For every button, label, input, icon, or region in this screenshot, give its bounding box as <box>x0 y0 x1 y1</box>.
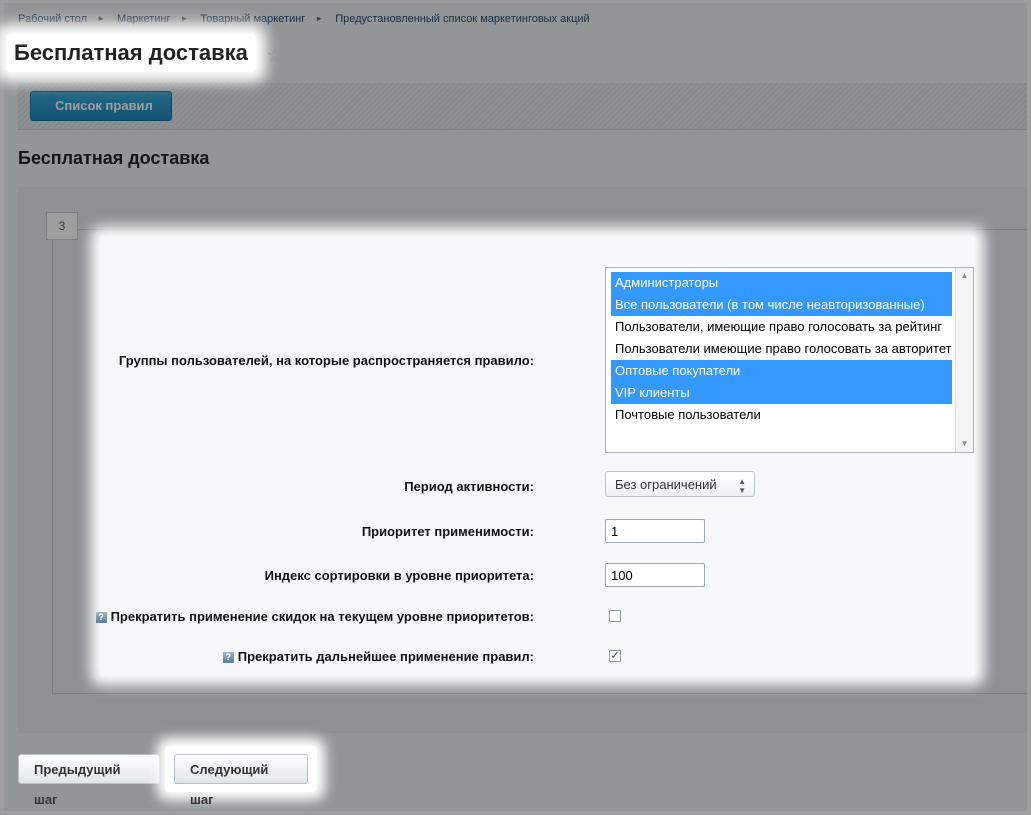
breadcrumb-product-marketing[interactable]: Товарный маркетинг <box>200 13 305 25</box>
user-group-option[interactable]: Все пользователи (в том числе неавторизо… <box>611 294 952 316</box>
stop-discounts-text: Прекратить применение скидок на текущем … <box>110 609 534 624</box>
toolbar: Список правил <box>18 83 1027 130</box>
breadcrumb-separator-icon: ► <box>315 14 324 23</box>
sort-index-label: Индекс сортировки в уровне приоритета: <box>264 568 534 583</box>
breadcrumb-desktop[interactable]: Рабочий стол <box>18 13 87 25</box>
scroll-up-icon[interactable]: ▲ <box>956 269 973 283</box>
user-group-option[interactable]: Пользователи имеющие право голосовать за… <box>611 338 952 360</box>
help-icon[interactable]: ? <box>222 652 234 663</box>
rules-list-button[interactable]: Список правил <box>30 91 172 121</box>
rule-settings-panel: Группы пользователей, на которые распрос… <box>95 236 975 676</box>
step-tab[interactable]: 3 <box>46 212 78 240</box>
stop-rules-label: ? Прекратить дальнейшее применение правил… <box>222 649 534 664</box>
user-group-option[interactable]: Пользователи, имеющие право голосовать з… <box>611 316 952 338</box>
user-group-option[interactable]: VIP клиенты <box>611 382 952 404</box>
scroll-down-icon[interactable]: ▼ <box>956 437 973 451</box>
breadcrumb-preset-list[interactable]: Предустановленный список маркетинговых а… <box>335 13 589 25</box>
breadcrumb-separator-icon: ► <box>180 14 189 23</box>
help-icon[interactable]: ? <box>95 612 107 623</box>
stop-rules-checkbox[interactable]: ✓ <box>609 650 621 662</box>
section-title: Бесплатная доставка <box>18 148 210 168</box>
star-icon[interactable]: ☆ <box>266 43 284 68</box>
sort-index-input[interactable]: 100 <box>605 563 705 587</box>
activity-period-value: Без ограничений <box>615 477 717 492</box>
previous-step-button[interactable]: Предыдущий шаг <box>18 754 160 807</box>
groups-label: Группы пользователей, на которые распрос… <box>118 353 534 368</box>
user-group-option[interactable]: Оптовые покупатели <box>611 360 952 382</box>
page-title: Бесплатная доставка <box>14 40 248 65</box>
period-label: Период активности: <box>404 479 534 494</box>
stop-discounts-label: ? Прекратить применение скидок на текущем… <box>95 609 534 624</box>
breadcrumb-marketing[interactable]: Маркетинг <box>117 13 170 25</box>
user-groups-options: Администраторы Все пользователи (в том чи… <box>606 272 973 426</box>
next-step-button[interactable]: Следующий шаг <box>174 754 308 807</box>
stop-discounts-checkbox[interactable] <box>609 610 621 622</box>
activity-period-select[interactable]: Без ограничений ▲ ▼ <box>605 471 755 497</box>
priority-input[interactable]: 1 <box>605 519 705 543</box>
user-group-option[interactable]: Почтовые пользователи <box>611 404 952 426</box>
select-arrows-icon: ▲ ▼ <box>738 477 746 495</box>
breadcrumb-separator-icon: ► <box>97 14 105 23</box>
breadcrumb: Рабочий стол ► Маркетинг ► Товарный маркетин… <box>18 13 590 25</box>
stop-rules-text: Прекратить дальнейшее применение правил: <box>237 649 534 664</box>
page-title-container: Бесплатная доставка <box>6 34 256 72</box>
user-group-option[interactable]: Администраторы <box>611 272 952 294</box>
groups-scrollbar[interactable]: ▲ ▼ <box>955 268 973 452</box>
priority-label: Приоритет применимости: <box>361 524 534 539</box>
user-groups-multiselect[interactable]: Администраторы Все пользователи (в том чи… <box>605 267 974 453</box>
